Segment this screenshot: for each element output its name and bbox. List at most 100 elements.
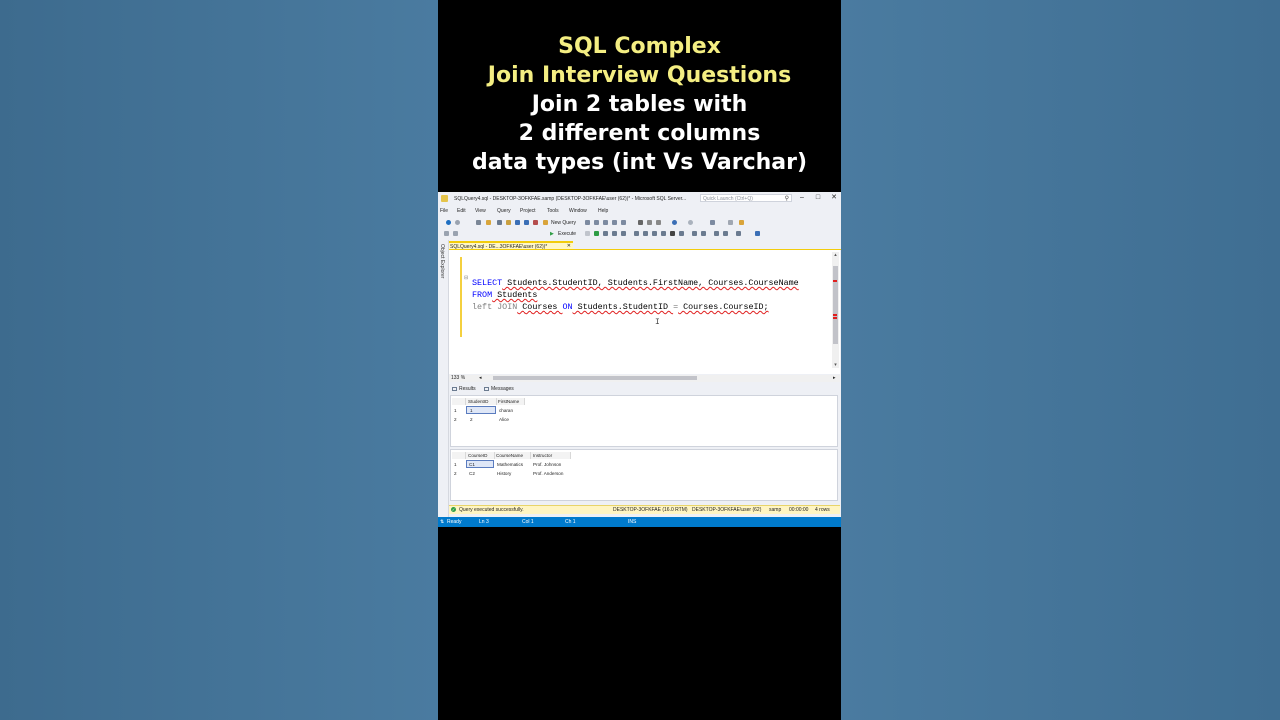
cell-coursename[interactable]: Mathematics [497,462,523,467]
solution-icon[interactable] [533,220,538,225]
close-window-button[interactable]: ✕ [829,194,839,202]
forward-icon[interactable] [455,220,460,225]
mdx-query-icon[interactable] [603,220,608,225]
row-number: 1 [454,408,457,413]
cell-coursename[interactable]: History [497,471,511,476]
decrease-indent-icon[interactable] [714,231,719,236]
cell-studentid[interactable]: 1 [470,408,473,413]
redo-icon[interactable] [688,220,693,225]
copy-icon[interactable] [647,220,652,225]
cell-studentid[interactable]: 2 [470,417,473,422]
menu-tools[interactable]: Tools [547,208,559,214]
find-icon[interactable] [728,220,733,225]
estimated-plan-icon[interactable] [603,231,608,236]
scroll-down-icon[interactable]: ▾ [832,362,839,368]
specify-values-icon[interactable] [736,231,741,236]
error-marker [833,280,837,282]
play-icon[interactable]: ▶ [550,231,554,237]
parse-icon[interactable] [594,231,599,236]
menu-project[interactable]: Project [520,208,536,214]
results-grid-1[interactable]: StudentID FirstName 1 1 charan 2 2 Alice [450,395,838,447]
menu-window[interactable]: Window [569,208,587,214]
headline-line-1: SQL Complex [558,34,721,59]
open-folder-icon[interactable] [486,220,491,225]
new-item-icon[interactable] [476,220,481,225]
cell-courseid[interactable]: C1 [469,462,475,467]
headline-line-4: 2 different columns [518,121,761,146]
minimize-button[interactable]: – [797,194,807,202]
cut-icon[interactable] [638,220,643,225]
scroll-up-icon[interactable]: ▴ [832,252,839,258]
analysis-query-icon[interactable] [594,220,599,225]
menu-view[interactable]: View [475,208,486,214]
cell-instructor[interactable]: Prof. Johnson [533,462,561,467]
activity-monitor-icon[interactable] [710,220,715,225]
object-explorer-label: Object Explorer [439,244,445,279]
column-header-studentid[interactable]: StudentID [468,399,488,404]
kw-from: FROM [472,290,493,300]
menu-file[interactable]: File [440,208,448,214]
intellisense-icon[interactable] [621,231,626,236]
row-number: 1 [454,462,457,467]
dmx-query-icon[interactable] [612,220,617,225]
client-stats-icon[interactable] [652,231,657,236]
column-header-instructor[interactable]: Instructor [533,453,552,458]
results-grid-icon[interactable] [670,231,675,236]
save-icon[interactable] [515,220,520,225]
scroll-right-icon[interactable]: ▸ [833,375,836,381]
document-icon[interactable] [497,220,502,225]
tab-messages[interactable]: Messages [484,386,514,392]
cell-firstname[interactable]: charan [499,408,513,413]
menu-query[interactable]: Query [497,208,511,214]
scroll-left-icon[interactable]: ◂ [479,375,482,381]
collapse-icon[interactable]: ⊟ [464,275,468,281]
column-header-firstname[interactable]: FirstName [498,399,519,404]
cell-courseid[interactable]: C2 [469,471,475,476]
scroll-thumb[interactable] [833,266,838,344]
save-all-icon[interactable] [524,220,529,225]
horizontal-scroll-thumb[interactable] [493,376,697,380]
results-text-icon[interactable] [661,231,666,236]
results-file-icon[interactable] [679,231,684,236]
database-query-icon[interactable] [585,220,590,225]
quick-launch-input[interactable]: Quick Launch (Ctrl+Q) ⚲ [700,194,792,202]
connect-icon[interactable] [444,231,449,236]
results-grid-2[interactable]: CourseID CourseName Instructor 1 C1 Math… [450,449,838,501]
maximize-button[interactable]: □ [813,194,823,202]
execute-button[interactable]: Execute [558,231,576,237]
increase-indent-icon[interactable] [723,231,728,236]
zoom-level[interactable]: 133 % [451,375,465,381]
cell-firstname[interactable]: Alice [499,417,509,422]
menu-edit[interactable]: Edit [457,208,466,214]
options-icon[interactable] [755,231,760,236]
tab-results[interactable]: Results [452,386,476,392]
code-line-3: left JOIN Courses ON Students.StudentID … [472,302,769,312]
undo-icon[interactable] [672,220,677,225]
editor-vertical-scrollbar[interactable]: ▴ ▾ [832,252,839,368]
new-query-button[interactable]: New Query [551,220,576,226]
open-file-icon[interactable] [506,220,511,225]
xmla-query-icon[interactable] [621,220,626,225]
search-icon: ⚲ [784,196,789,202]
live-stats-icon[interactable] [643,231,648,236]
include-plan-icon[interactable] [634,231,639,236]
editor-horizontal-scrollbar[interactable]: 133 % ◂ ▸ [449,375,840,382]
cancel-query-icon[interactable] [585,231,590,236]
column-header-courseid[interactable]: CourseID [468,453,487,458]
object-explorer-rail[interactable]: Object Explorer [438,240,449,517]
new-query-icon[interactable] [543,220,548,225]
column-header-coursename[interactable]: CourseName [496,453,523,458]
cell-instructor[interactable]: Prof. Anderson [533,471,563,476]
back-icon[interactable] [446,220,451,225]
menu-help[interactable]: Help [598,208,608,214]
uncomment-icon[interactable] [701,231,706,236]
query-designer-icon[interactable] [612,231,617,236]
query-editor[interactable]: ⊟ SELECT Students.StudentID, Students.Fi… [449,250,840,374]
video-frame: SQL Complex Join Interview Questions Joi… [438,0,841,720]
message-icon [484,387,489,391]
change-connection-icon[interactable] [453,231,458,236]
paste-icon[interactable] [656,220,661,225]
properties-icon[interactable] [739,220,744,225]
comment-icon[interactable] [692,231,697,236]
quick-launch-placeholder: Quick Launch (Ctrl+Q) [703,196,753,202]
